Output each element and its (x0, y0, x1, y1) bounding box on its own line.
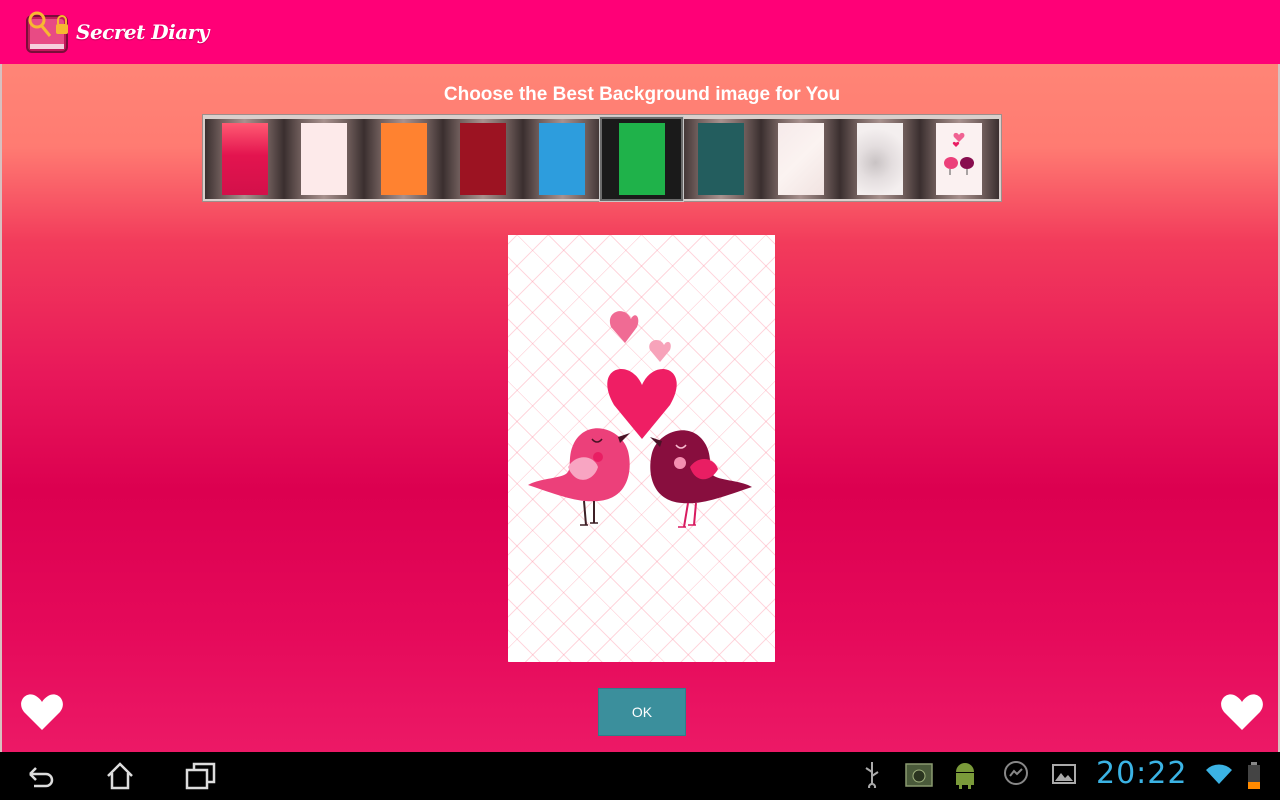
back-icon[interactable] (24, 760, 56, 797)
app-title: Secret Diary (76, 20, 209, 44)
thumbnail-love-birds[interactable] (919, 119, 1000, 199)
status-clock[interactable]: 20:22 (1096, 756, 1187, 791)
recent-apps-icon[interactable] (184, 760, 218, 797)
home-icon[interactable] (104, 760, 136, 797)
background-chooser: Choose the Best Background image for You (0, 64, 1280, 752)
thumbnail-crimson[interactable] (443, 119, 523, 199)
screenshot-icon[interactable] (904, 760, 934, 795)
left-bird-icon (528, 428, 630, 526)
app-logo-icon[interactable] (24, 8, 72, 56)
heart-icon[interactable] (20, 692, 64, 732)
thumbnail-paper[interactable] (760, 119, 841, 199)
thumbnail-pink-gradient[interactable] (205, 119, 285, 199)
ok-button[interactable]: OK (598, 688, 686, 736)
thumbnail-green[interactable] (600, 117, 684, 201)
gallery-icon[interactable] (1050, 760, 1078, 793)
thumbnail-orange[interactable] (363, 119, 444, 199)
thumbnail-strip[interactable] (202, 114, 1002, 202)
system-bar: 20:22 (0, 752, 1280, 800)
messenger-icon[interactable] (1002, 760, 1030, 793)
thumbnail-teal[interactable] (681, 119, 761, 199)
page-heading: Choose the Best Background image for You (443, 84, 841, 105)
background-preview (508, 235, 775, 662)
action-bar: Secret Diary (0, 0, 1280, 64)
battery-icon[interactable] (1246, 762, 1262, 795)
thumbnail-blue[interactable] (522, 119, 603, 199)
thumbnail-glitter[interactable] (840, 119, 920, 199)
android-icon[interactable] (952, 760, 978, 795)
wifi-icon[interactable] (1204, 762, 1234, 791)
thumbnail-blush[interactable] (284, 119, 364, 199)
usb-icon[interactable] (862, 760, 882, 793)
right-bird-icon (650, 430, 752, 528)
heart-icon[interactable] (1220, 692, 1264, 732)
love-birds-illustration (528, 311, 752, 528)
